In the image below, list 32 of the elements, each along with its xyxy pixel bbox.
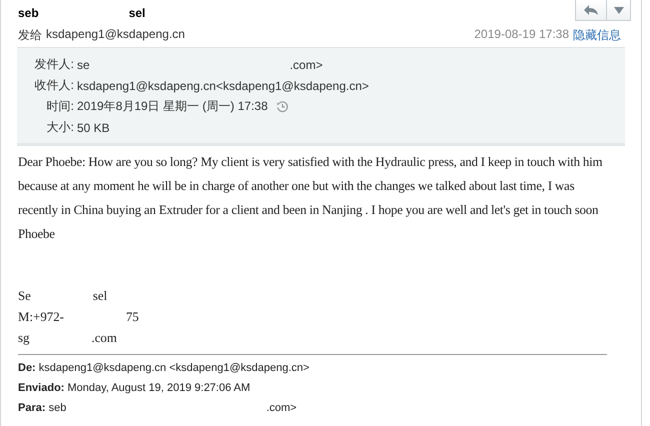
field-label: 大小: bbox=[46, 119, 74, 136]
history-icon[interactable] bbox=[276, 100, 289, 113]
signature-line: sel bbox=[92, 289, 108, 303]
recipient-label: 发给 bbox=[18, 27, 42, 44]
field-value: ksdapeng1@ksdapeng.cn<ksdapeng1@ksdapeng.cn> bbox=[77, 78, 369, 92]
signature-line: sg bbox=[18, 331, 30, 345]
quoted-field-label: Enviado: bbox=[18, 382, 64, 394]
field-value: se bbox=[77, 58, 90, 72]
signature-line: Se bbox=[18, 289, 31, 303]
signature-line: .com bbox=[91, 331, 117, 345]
field-value: 2019年8月19日 星期一 (周一) 17:38 bbox=[77, 98, 268, 115]
dropdown-caret-icon bbox=[614, 6, 624, 14]
reply-icon bbox=[583, 4, 599, 16]
recipient-address: ksdapeng1@ksdapeng.cn bbox=[46, 27, 185, 43]
quoted-field-value: .com> bbox=[266, 402, 297, 414]
sender-name: seb bbox=[18, 6, 39, 20]
field-label: 时间: bbox=[46, 98, 74, 115]
field-label: 发件人: bbox=[34, 56, 74, 73]
quoted-field-value: Monday, August 19, 2019 9:27:06 AM bbox=[68, 382, 250, 394]
sender-name: sel bbox=[128, 6, 146, 20]
field-value: 50 KB bbox=[77, 120, 110, 134]
hide-details-link[interactable]: 隐藏信息 bbox=[573, 27, 621, 44]
quoted-field-value: seb bbox=[48, 402, 66, 414]
message-date: 2019-08-19 17:38 bbox=[474, 27, 569, 43]
signature-line: 75 bbox=[126, 310, 139, 324]
quoted-field-value: ksdapeng1@ksdapeng.cn <ksdapeng1@ksdapeng.cn> bbox=[38, 362, 310, 374]
quoted-field-label: Para: bbox=[18, 402, 46, 414]
quoted-field-label: De: bbox=[18, 362, 36, 374]
signature-line: M:+972- bbox=[18, 310, 64, 324]
message-text: Dear Phoebe: How are you so long? My client is very satisfied with the Hydraulic press, and I keep in touch with him because at any moment he will be in charge of another one but with the changes we talked about last time, I was recently in China buying an Extruder for a client and been in Nanjing . I hope you are well and let's get in touch soon Phoebe bbox=[18, 154, 604, 243]
field-value: .com> bbox=[290, 58, 323, 72]
field-label: 收件人: bbox=[34, 77, 74, 94]
